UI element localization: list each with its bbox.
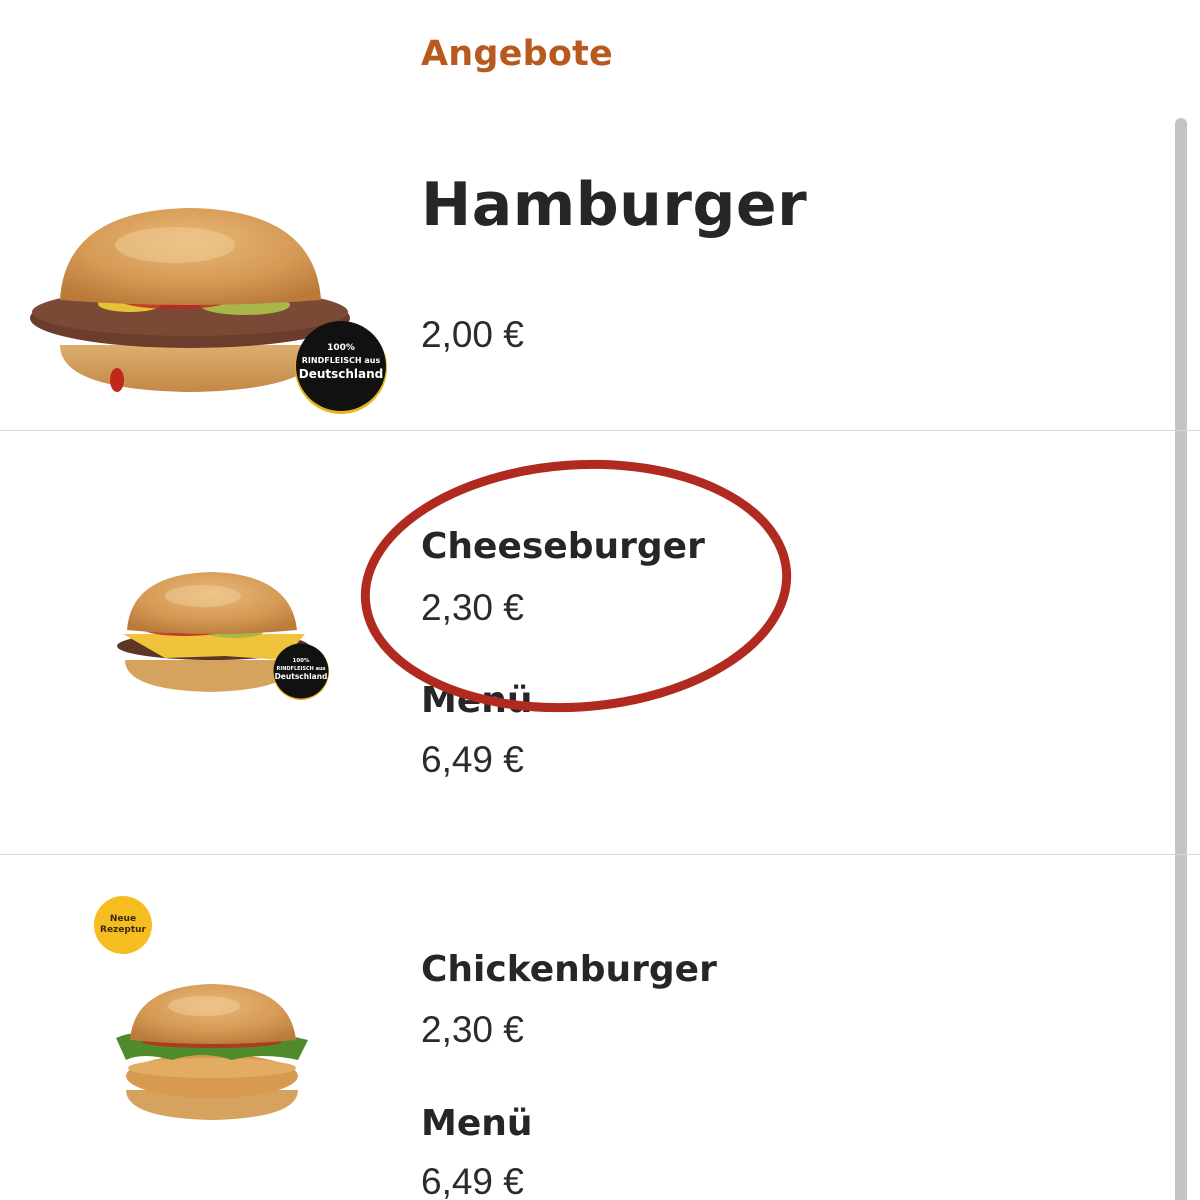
chickenburger-image <box>116 984 308 1120</box>
menu-price: 6,49 € <box>421 1161 524 1200</box>
neue-rezeptur-badge: Neue Rezeptur <box>94 896 152 954</box>
menu-label: Menü <box>421 1103 533 1144</box>
badge-line-1: Neue <box>110 914 136 924</box>
category-title: Angebote <box>421 34 613 74</box>
badge-line-1: 100% <box>293 658 310 664</box>
rindfleisch-badge: 100% RINDFLEISCH aus Deutschland <box>273 643 329 700</box>
badge-line-1: 100% <box>327 343 355 353</box>
badge-line-2: Rezeptur <box>100 925 147 935</box>
menu-label: Menü <box>421 680 533 721</box>
product-name: Cheeseburger <box>421 526 705 567</box>
divider <box>0 854 1200 855</box>
scrollbar[interactable] <box>1175 118 1187 1200</box>
menu-page: Angebote 100% RINDFLEISCH aus Deutschlan… <box>0 0 1200 1200</box>
product-price: 2,30 € <box>421 1009 524 1050</box>
rindfleisch-badge: 100% RINDFLEISCH aus Deutschland <box>295 321 387 414</box>
badge-line-2: RINDFLEISCH aus <box>302 356 381 365</box>
highlight-circle <box>360 459 792 713</box>
menu-price: 6,49 € <box>421 739 524 780</box>
product-price: 2,30 € <box>421 587 524 628</box>
badge-line-3: Deutschland <box>275 672 328 681</box>
divider <box>0 430 1200 431</box>
product-name: Chickenburger <box>421 949 717 990</box>
product-price: 2,00 € <box>421 314 524 355</box>
product-name: Hamburger <box>421 170 808 240</box>
badge-line-3: Deutschland <box>299 367 384 381</box>
